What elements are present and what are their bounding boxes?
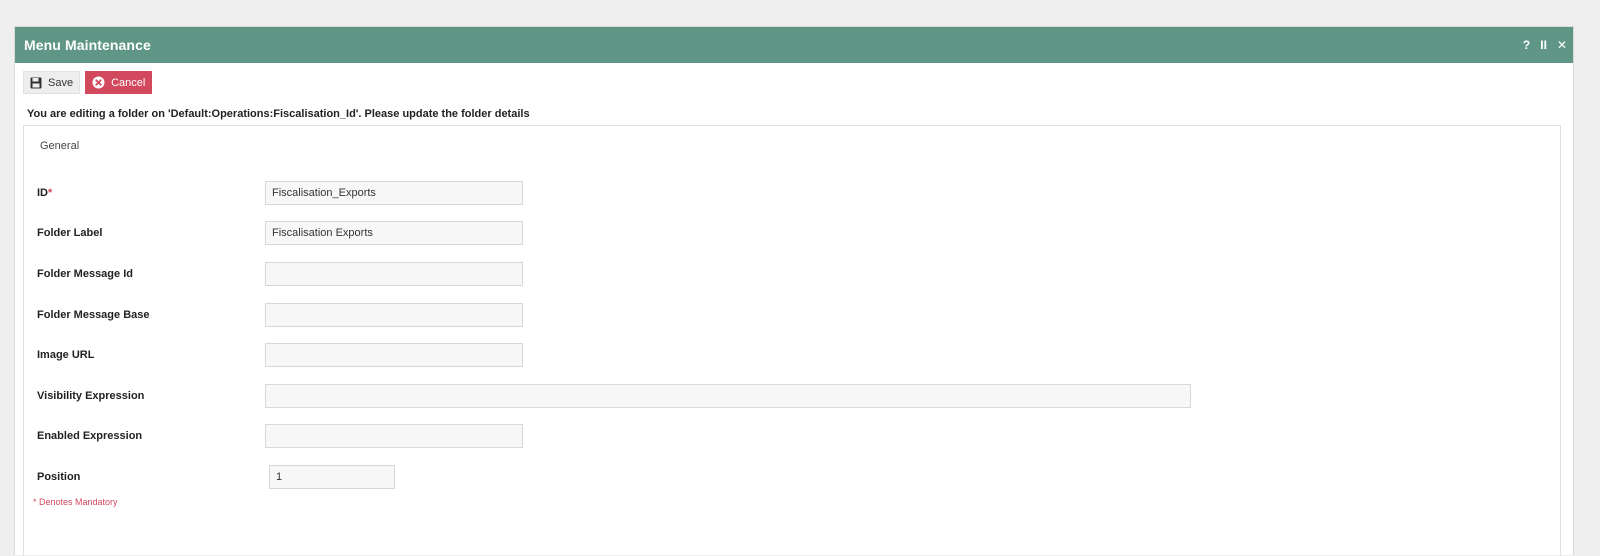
id-input[interactable] [265, 181, 523, 205]
save-label: Save [48, 76, 74, 89]
enabled-expression-label: Enabled Expression [37, 430, 143, 442]
cancel-button[interactable]: Cancel [85, 71, 153, 94]
enabled-expression-row: Enabled Expression [37, 424, 142, 448]
folder-message-base-row: Folder Message Base [37, 303, 150, 327]
toolbar: Save Cancel [23, 71, 153, 94]
section-title-general: General [40, 140, 80, 152]
folder-message-id-label: Folder Message Id [37, 268, 133, 280]
folder-message-base-input[interactable] [265, 303, 523, 327]
position-label: Position [37, 471, 81, 483]
position-row: Position [37, 465, 80, 489]
visibility-expression-input[interactable] [265, 384, 1191, 408]
folder-message-base-label: Folder Message Base [37, 309, 150, 321]
general-form: General ID* Folder Label Folder Message … [23, 125, 1561, 556]
menu-maintenance-panel: Menu Maintenance ? II ✕ Save Cancel You … [14, 26, 1574, 556]
folder-label-input[interactable] [265, 221, 523, 245]
close-icon[interactable]: ✕ [1557, 38, 1567, 52]
pause-icon[interactable]: II [1540, 38, 1547, 52]
folder-label-label: Folder Label [37, 227, 103, 239]
mandatory-note: * Denotes Mandatory [33, 497, 118, 507]
id-row: ID * [37, 181, 52, 205]
window-controls: ? II ✕ [1523, 38, 1567, 52]
title-bar: Menu Maintenance ? II ✕ [15, 27, 1573, 63]
position-input[interactable] [269, 465, 395, 489]
visibility-expression-label: Visibility Expression [37, 390, 145, 402]
id-label: ID [37, 187, 48, 199]
save-button[interactable]: Save [23, 71, 81, 94]
visibility-expression-row: Visibility Expression [37, 384, 144, 408]
save-icon [30, 77, 42, 89]
folder-label-row: Folder Label [37, 221, 102, 245]
folder-message-id-row: Folder Message Id [37, 262, 133, 286]
cancel-label: Cancel [111, 76, 146, 89]
enabled-expression-input[interactable] [265, 424, 523, 448]
edit-info-message: You are editing a folder on 'Default:Ope… [27, 108, 530, 120]
image-url-label: Image URL [37, 349, 95, 361]
window-title: Menu Maintenance [24, 37, 151, 53]
cancel-circle-icon [92, 76, 105, 89]
image-url-row: Image URL [37, 343, 94, 367]
folder-message-id-input[interactable] [265, 262, 523, 286]
image-url-input[interactable] [265, 343, 523, 367]
required-marker: * [48, 187, 53, 199]
help-icon[interactable]: ? [1523, 38, 1530, 52]
